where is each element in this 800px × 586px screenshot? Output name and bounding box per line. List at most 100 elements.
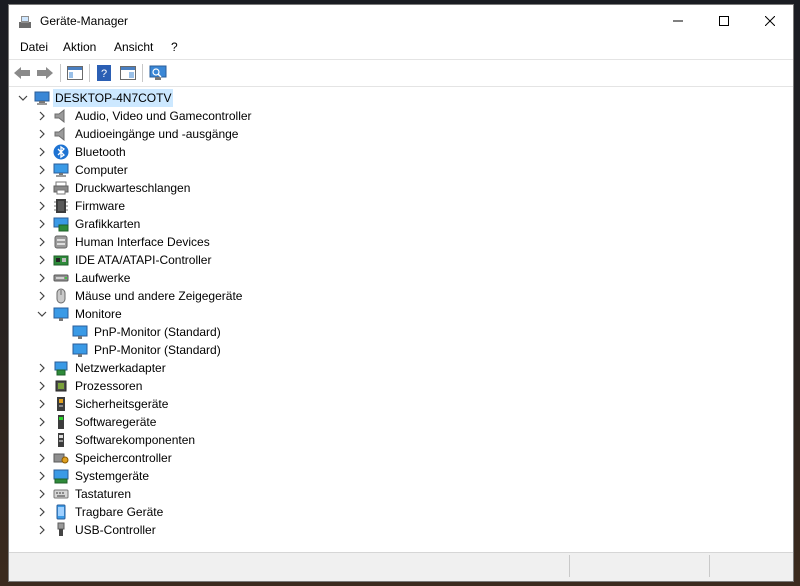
expand-toggle[interactable] xyxy=(37,417,47,427)
arrow-right-icon xyxy=(37,67,53,79)
tree-category-label: Computer xyxy=(75,163,128,177)
close-button[interactable] xyxy=(747,5,793,37)
expand-toggle[interactable] xyxy=(37,399,47,409)
properties-window-icon xyxy=(120,66,136,80)
toolbar-separator xyxy=(89,64,90,82)
expand-toggle[interactable] xyxy=(37,183,47,193)
tree-category-label: Audioeingänge und -ausgänge xyxy=(75,127,239,141)
expand-toggle[interactable] xyxy=(37,453,47,463)
close-icon xyxy=(765,16,775,26)
tree-category-label: IDE ATA/ATAPI-Controller xyxy=(75,253,212,267)
tree-category-label: Bluetooth xyxy=(75,145,126,159)
tree-category-label: Tastaturen xyxy=(75,487,132,501)
back-button[interactable] xyxy=(13,64,31,82)
tree-category-label: Mäuse und andere Zeigegeräte xyxy=(75,289,243,303)
chevron-right-icon xyxy=(39,363,45,373)
chevron-right-icon xyxy=(39,381,45,391)
processor-icon xyxy=(55,380,67,392)
chevron-right-icon xyxy=(39,201,45,211)
expand-toggle[interactable] xyxy=(37,237,47,247)
minimize-button[interactable] xyxy=(655,5,701,37)
chevron-down-icon xyxy=(18,95,28,101)
chevron-right-icon xyxy=(39,111,45,121)
menu-ansicht[interactable]: Ansicht xyxy=(114,40,153,54)
show-hide-console-tree-button[interactable] xyxy=(66,64,84,82)
disk-drive-icon xyxy=(53,274,69,282)
toolbar-separator xyxy=(142,64,143,82)
tree-category-label: Sicherheitsgeräte xyxy=(75,397,169,411)
menu-datei[interactable]: Datei xyxy=(20,40,48,54)
expand-toggle[interactable] xyxy=(37,219,47,229)
display-adapter-icon xyxy=(53,217,69,232)
forward-button[interactable] xyxy=(36,64,54,82)
title-bar[interactable]: Geräte-Manager xyxy=(9,5,793,37)
properties-button[interactable] xyxy=(119,64,137,82)
expand-toggle[interactable] xyxy=(37,201,47,211)
device-manager-window: Geräte-Manager Datei Aktion Ansicht ? ? xyxy=(8,4,794,582)
expand-toggle[interactable] xyxy=(37,507,47,517)
scan-hardware-button[interactable] xyxy=(149,64,167,82)
firmware-icon xyxy=(54,199,68,213)
speaker-icon xyxy=(54,108,65,124)
tree-category-label: Netzwerkadapter xyxy=(75,361,166,375)
storage-controller-icon xyxy=(53,453,69,464)
chevron-right-icon xyxy=(39,453,45,463)
status-bar xyxy=(9,552,793,581)
expand-toggle[interactable] xyxy=(37,255,47,265)
expand-toggle[interactable] xyxy=(37,435,47,445)
expand-toggle[interactable] xyxy=(37,489,47,499)
speaker-icon xyxy=(54,126,65,142)
tree-device-label: PnP-Monitor (Standard) xyxy=(94,343,221,357)
chevron-right-icon xyxy=(39,273,45,283)
expand-toggle[interactable] xyxy=(37,381,47,391)
expand-toggle[interactable] xyxy=(37,273,47,283)
chevron-right-icon xyxy=(39,471,45,481)
chevron-right-icon xyxy=(39,183,45,193)
expand-toggle[interactable] xyxy=(37,363,47,373)
help-book-icon: ? xyxy=(97,65,111,81)
expand-toggle[interactable] xyxy=(37,111,47,121)
monitor-icon xyxy=(72,325,88,339)
tree-category-label: USB-Controller xyxy=(75,523,156,537)
expand-toggle[interactable] xyxy=(18,93,28,103)
chevron-right-icon xyxy=(39,435,45,445)
menu-aktion[interactable]: Aktion xyxy=(63,40,96,54)
keyboard-icon xyxy=(53,489,69,499)
tree-category-label: Softwaregeräte xyxy=(75,415,157,429)
maximize-button[interactable] xyxy=(701,5,747,37)
scan-monitor-icon xyxy=(149,65,167,80)
chevron-right-icon xyxy=(39,237,45,247)
chevron-right-icon xyxy=(39,489,45,499)
expand-toggle[interactable] xyxy=(37,147,47,157)
chevron-right-icon xyxy=(39,255,45,265)
expand-toggle[interactable] xyxy=(37,291,47,301)
tree-category-label: Grafikkarten xyxy=(75,217,141,231)
monitor-icon xyxy=(53,307,69,321)
tree-category-label: Tragbare Geräte xyxy=(75,505,164,519)
tree-category-label: Human Interface Devices xyxy=(75,235,210,249)
expand-toggle[interactable] xyxy=(37,309,47,319)
chevron-right-icon xyxy=(39,291,45,301)
expand-toggle[interactable] xyxy=(37,165,47,175)
network-adapter-icon xyxy=(54,361,68,376)
expand-toggle[interactable] xyxy=(37,129,47,139)
software-component-icon xyxy=(58,433,64,447)
printer-icon xyxy=(53,181,69,195)
help-button[interactable]: ? xyxy=(95,64,113,82)
computer-icon xyxy=(53,163,69,177)
tree-device-label: PnP-Monitor (Standard) xyxy=(94,325,221,339)
toolbar-separator xyxy=(60,64,61,82)
arrow-left-icon xyxy=(14,67,30,79)
chevron-right-icon xyxy=(39,165,45,175)
chevron-right-icon xyxy=(39,219,45,229)
menu-help[interactable]: ? xyxy=(171,40,178,54)
chevron-right-icon xyxy=(39,129,45,139)
status-bar-separator xyxy=(709,555,710,577)
expand-toggle[interactable] xyxy=(37,525,47,535)
minimize-icon xyxy=(673,20,683,22)
maximize-icon xyxy=(719,16,729,26)
device-tree: DESKTOP-4N7COTV Audio, Video und Gamecont… xyxy=(9,89,793,552)
security-device-icon xyxy=(57,397,65,411)
toolbar: ? xyxy=(9,59,793,87)
expand-toggle[interactable] xyxy=(37,471,47,481)
